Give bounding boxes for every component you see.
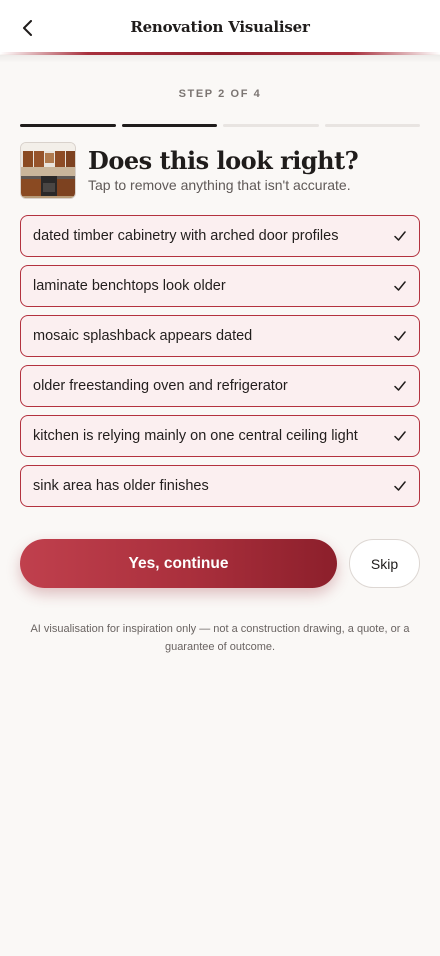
check-icon bbox=[393, 279, 407, 293]
issue-label: sink area has older finishes bbox=[33, 478, 209, 494]
progress-segment-3 bbox=[223, 124, 319, 127]
kitchen-photo-thumbnail bbox=[20, 142, 76, 199]
check-icon bbox=[393, 479, 407, 493]
issue-label: laminate benchtops look older bbox=[33, 278, 226, 294]
detected-issues-list: dated timber cabinetry with arched door … bbox=[20, 215, 420, 515]
step-progress-bar bbox=[20, 124, 420, 127]
header-title: Renovation Visualiser bbox=[130, 18, 310, 36]
review-subtitle: Tap to remove anything that isn't accura… bbox=[88, 177, 351, 193]
progress-segment-4 bbox=[324, 124, 420, 127]
check-icon bbox=[393, 229, 407, 243]
step-indicator: STEP 2 OF 4 bbox=[178, 88, 262, 100]
progress-segment-1 bbox=[20, 124, 116, 127]
issue-chip-benchtops[interactable]: laminate benchtops look older bbox=[20, 265, 420, 307]
issue-chip-splashback[interactable]: mosaic splashback appears dated bbox=[20, 315, 420, 357]
progress-segment-2 bbox=[121, 124, 217, 127]
issue-chip-appliances[interactable]: older freestanding oven and refrigerator bbox=[20, 365, 420, 407]
chevron-left-icon bbox=[23, 20, 32, 36]
skip-button[interactable]: Skip bbox=[349, 539, 420, 588]
issue-label: mosaic splashback appears dated bbox=[33, 328, 253, 344]
check-icon bbox=[393, 329, 407, 343]
issue-label: kitchen is relying mainly on one central… bbox=[33, 428, 358, 444]
check-icon bbox=[393, 379, 407, 393]
back-button[interactable] bbox=[14, 14, 42, 42]
continue-button[interactable]: Yes, continue bbox=[20, 539, 337, 588]
review-title: Does this look right? bbox=[88, 146, 359, 175]
check-icon bbox=[393, 429, 407, 443]
ai-disclaimer: AI visualisation for inspiration only — … bbox=[30, 623, 410, 653]
issue-chip-cabinetry[interactable]: dated timber cabinetry with arched door … bbox=[20, 215, 420, 257]
header-shadow bbox=[0, 55, 440, 63]
issue-label: dated timber cabinetry with arched door … bbox=[33, 228, 339, 244]
confirm-issues-screen: Renovation Visualiser STEP 2 OF 4 Does t… bbox=[0, 0, 440, 956]
app-header: Renovation Visualiser bbox=[0, 0, 440, 54]
issue-chip-lighting[interactable]: kitchen is relying mainly on one central… bbox=[20, 415, 420, 457]
issue-chip-sink[interactable]: sink area has older finishes bbox=[20, 465, 420, 507]
issue-label: older freestanding oven and refrigerator bbox=[33, 378, 288, 394]
